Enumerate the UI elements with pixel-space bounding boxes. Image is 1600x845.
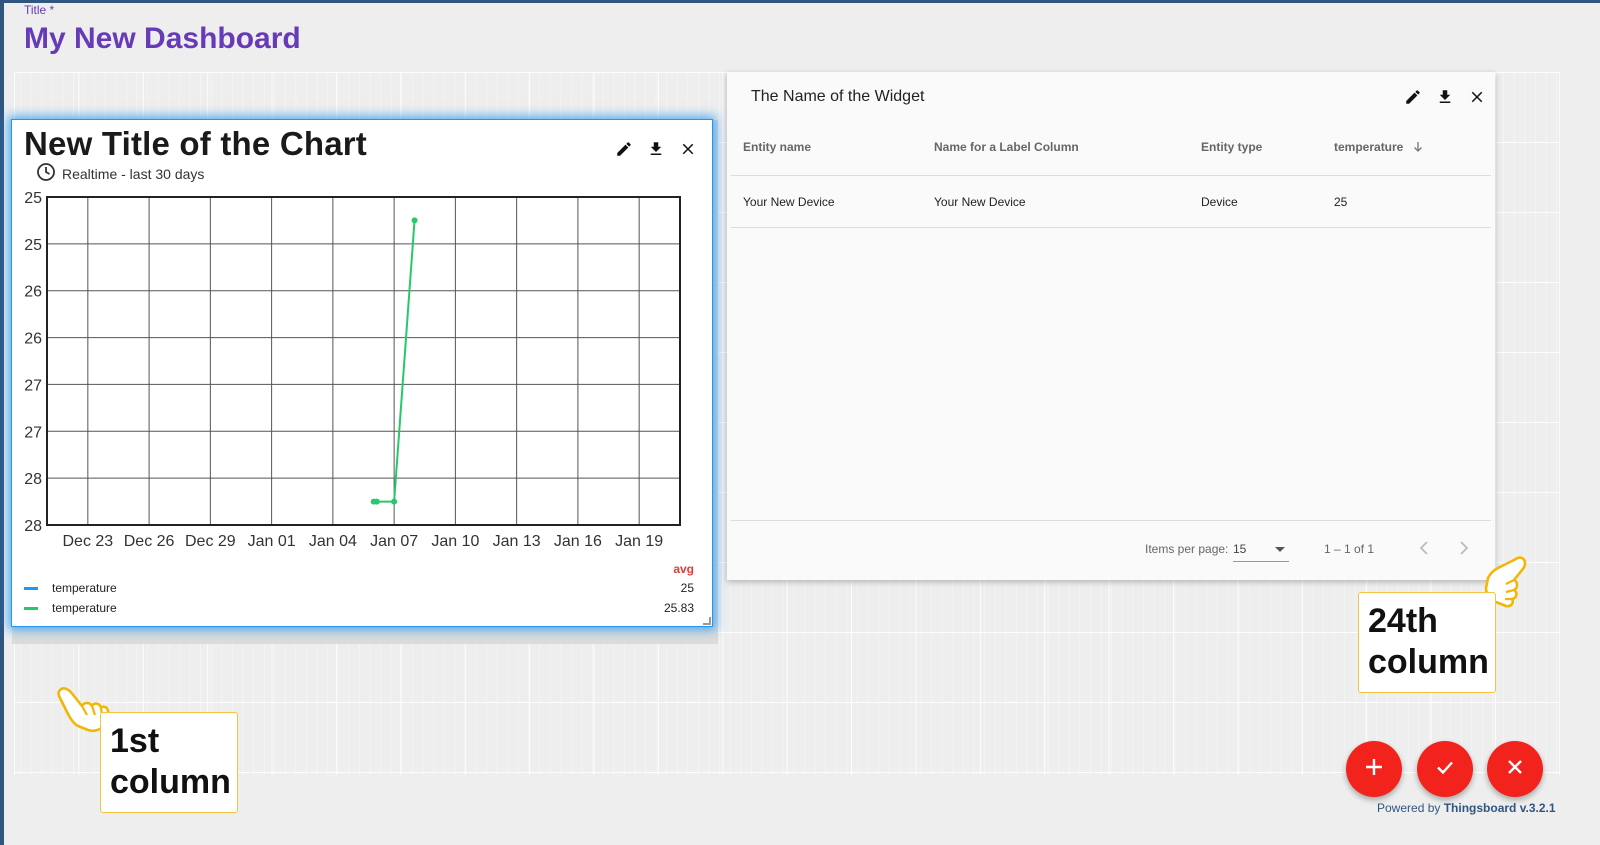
top-border [0, 0, 1600, 3]
chevron-left-icon[interactable] [1417, 540, 1431, 561]
last-column-callout: 24th column [1358, 592, 1496, 693]
cell-label: Your New Device [934, 195, 1026, 209]
chart-legend: avg temperature 25 temperature 25.83 [22, 562, 694, 622]
legend-swatch [24, 606, 38, 610]
download-icon[interactable] [1434, 86, 1456, 108]
table-header-row: Entity name Name for a Label Column Enti… [731, 118, 1491, 176]
x-tick-label: Jan 16 [554, 533, 602, 550]
y-tick-label: 26 [24, 284, 42, 301]
table-widget[interactable]: The Name of the Widget Entity name Name … [727, 72, 1495, 580]
x-tick-label: Jan 04 [309, 533, 357, 550]
column-header-temperature-label: temperature [1334, 140, 1404, 154]
y-tick-label: 26 [24, 331, 42, 348]
plus-icon [1363, 756, 1385, 783]
plot-area-border [46, 196, 681, 526]
x-tick-label: Jan 07 [370, 533, 418, 550]
edit-icon[interactable] [613, 138, 635, 160]
data-point [373, 498, 380, 505]
powered-by-brand: Thingsboard v.3.2.1 [1443, 801, 1556, 815]
x-tick-label: Jan 01 [248, 533, 296, 550]
y-tick-label: 27 [24, 377, 42, 394]
download-icon[interactable] [645, 138, 667, 160]
table-widget-actions [1402, 86, 1488, 108]
chevron-right-icon[interactable] [1457, 540, 1471, 561]
y-tick-label: 28 [24, 518, 42, 535]
legend-value: 25 [680, 581, 694, 595]
cell-entity-name: Your New Device [743, 195, 835, 209]
legend-swatch [24, 586, 38, 590]
first-column-callout: 1st column [100, 712, 238, 813]
check-icon [1434, 756, 1456, 783]
y-tick-label: 27 [24, 424, 42, 441]
resize-handle[interactable] [703, 617, 711, 625]
items-per-page-select[interactable]: 15 [1233, 536, 1289, 562]
callout-line: 1st [110, 722, 160, 760]
callout-line: column [1368, 643, 1489, 681]
column-header-label[interactable]: Name for a Label Column [934, 140, 1079, 154]
items-per-page-label: Items per page: [1145, 542, 1229, 556]
table-widget-title: The Name of the Widget [751, 88, 925, 105]
close-icon[interactable] [1466, 86, 1488, 108]
chart-widget-actions [613, 138, 699, 160]
column-header-entity-name[interactable]: Entity name [743, 140, 811, 154]
close-icon[interactable] [677, 138, 699, 160]
legend-item: temperature 25.83 [22, 599, 694, 617]
legend-item: temperature 25 [22, 579, 694, 597]
apply-changes-button[interactable] [1417, 741, 1473, 797]
legend-label: temperature [52, 601, 117, 615]
x-tick-label: Dec 26 [124, 533, 175, 550]
y-tick-label: 25 [24, 237, 42, 254]
cell-temperature: 25 [1334, 195, 1348, 209]
table-footer-divider [731, 520, 1491, 521]
page-range: 1 – 1 of 1 [1324, 542, 1375, 556]
data-point [411, 217, 418, 224]
data-point [391, 498, 398, 505]
callout-line: 24th [1368, 602, 1438, 640]
powered-by[interactable]: Powered by Thingsboard v.3.2.1 [1377, 801, 1556, 815]
powered-by-prefix: Powered by [1377, 801, 1441, 815]
title-field-label: Title * [24, 3, 55, 17]
line-chart: 28 28 27 27 26 26 25 25 Dec 23 Dec 26 Dec 29 Jan 01… [24, 190, 681, 550]
legend-value: 25.83 [663, 601, 694, 615]
dashboard-title-input[interactable]: My New Dashboard [24, 22, 301, 56]
x-tick-label: Dec 29 [185, 533, 236, 550]
edit-icon[interactable] [1402, 86, 1424, 108]
x-tick-label: Jan 10 [431, 533, 479, 550]
cell-entity-type: Device [1201, 195, 1238, 209]
decline-changes-button[interactable] [1487, 741, 1543, 797]
column-header-temperature[interactable]: temperature [1334, 140, 1423, 156]
arrow-down-icon [1413, 141, 1423, 156]
x-tick-label: Dec 23 [62, 533, 113, 550]
chart-widget[interactable]: New Title of the Chart Realtime - last 3… [11, 119, 713, 627]
close-icon [1504, 756, 1526, 783]
y-tick-label: 25 [24, 190, 42, 207]
x-tick-label: Jan 13 [493, 533, 541, 550]
chart-title: New Title of the Chart [24, 125, 367, 162]
y-tick-label: 28 [24, 471, 42, 488]
legend-label: temperature [52, 581, 117, 595]
column-header-entity-type[interactable]: Entity type [1201, 140, 1262, 154]
left-border [0, 0, 4, 845]
add-widget-button[interactable] [1346, 741, 1402, 797]
callout-line: column [110, 763, 231, 801]
legend-header-avg: avg [673, 562, 694, 576]
table-row[interactable]: Your New Device Your New Device Device 2… [731, 177, 1491, 228]
x-tick-label: Jan 19 [615, 533, 663, 550]
dropdown-arrow-icon [1275, 547, 1285, 552]
items-per-page-value: 15 [1233, 542, 1247, 556]
